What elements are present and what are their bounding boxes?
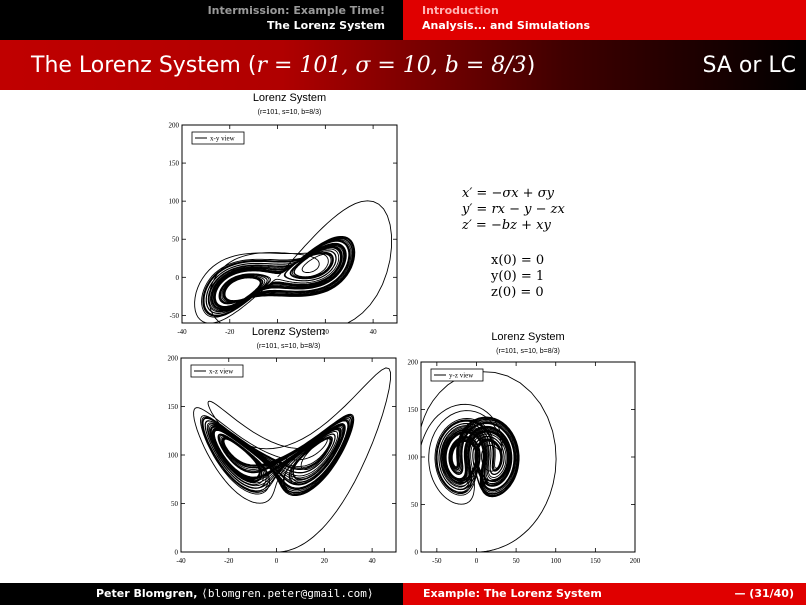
chart-title: Lorenz System [491, 331, 564, 343]
x-tick-label: 20 [321, 557, 329, 565]
chart-title: Lorenz System [252, 326, 325, 338]
legend-label: x-y view [210, 135, 236, 143]
trajectory-line [194, 200, 392, 323]
y-tick-label: 100 [408, 454, 419, 462]
footer-bar: Peter Blomgren, ⟨blomgren.peter@gmail.co… [0, 583, 806, 605]
y-tick-label: 100 [168, 452, 179, 460]
y-tick-label: 150 [169, 160, 180, 168]
y-tick-label: 150 [168, 403, 179, 411]
y-tick-label: 0 [415, 549, 419, 557]
chart-xz-view: Lorenz System (r=101, s=10, b=8/3) -40 -20 0… [168, 326, 397, 565]
slide-title-close: ) [526, 53, 536, 78]
slide-title-math: r = 101, σ = 10, b = 8/3 [256, 53, 527, 78]
x-tick-label: 150 [590, 557, 601, 565]
chart-xy-view: Lorenz System (r=101, s=10, b=8/3) -40 -20 0… [169, 92, 398, 336]
x-tick-label: 0 [475, 557, 479, 565]
y-tick-label: 200 [169, 122, 180, 130]
equation-z: z′ = −bz + xy [462, 218, 551, 233]
author-name: Peter Blomgren, [96, 587, 198, 600]
nav-section-introduction[interactable]: Introduction [422, 3, 590, 18]
header-left: Intermission: Example Time! The Lorenz S… [208, 3, 385, 33]
slide-title-right: SA or LC [702, 53, 796, 78]
y-tick-label: -50 [170, 312, 180, 320]
initial-x: x(0) = 0 [491, 253, 545, 268]
y-tick-label: 150 [408, 406, 419, 414]
chart-subtitle: (r=101, s=10, b=8/3) [496, 348, 560, 355]
y-tick-label: 50 [171, 500, 179, 508]
y-tick-label: 50 [411, 501, 419, 509]
legend-label: x-z view [209, 368, 234, 376]
x-tick-label: -40 [177, 328, 187, 336]
y-tick-label: 200 [168, 355, 179, 363]
y-tick-label: 200 [408, 359, 419, 367]
footer-author: Peter Blomgren, ⟨blomgren.peter@gmail.co… [96, 587, 373, 600]
slide-title-bar: The Lorenz System (r = 101, σ = 10, b = … [0, 40, 806, 90]
initial-y: y(0) = 1 [491, 269, 545, 284]
x-tick-label: 40 [370, 328, 378, 336]
chart-subtitle: (r=101, s=10, b=8/3) [257, 343, 321, 350]
x-tick-label: -20 [224, 557, 234, 565]
y-tick-label: 0 [176, 274, 180, 282]
slide-title-main: The Lorenz System ( [31, 53, 257, 78]
nav-subsection-lorenz[interactable]: The Lorenz System [208, 18, 385, 33]
y-tick-label: 100 [169, 198, 180, 206]
chart-subtitle: (r=101, s=10, b=8/3) [258, 109, 322, 116]
trajectory-line [421, 371, 557, 552]
x-tick-label: -40 [176, 557, 186, 565]
slide-title: The Lorenz System (r = 101, σ = 10, b = … [31, 53, 535, 78]
plot-frame [420, 361, 636, 553]
chart-title: Lorenz System [253, 92, 326, 104]
header-right: Introduction Analysis... and Simulations [422, 3, 590, 33]
plots-area: Lorenz System (r=101, s=10, b=8/3) -40 -20 0… [168, 92, 641, 565]
initial-z: z(0) = 0 [491, 285, 544, 300]
legend-label: y-z view [449, 372, 474, 380]
x-tick-label: 0 [275, 557, 279, 565]
x-tick-label: -50 [432, 557, 442, 565]
x-tick-label: 100 [550, 557, 561, 565]
equation-x: x′ = −σx + σy [462, 186, 554, 201]
footer-title: Example: The Lorenz System [423, 587, 602, 600]
x-tick-label: 40 [369, 557, 377, 565]
y-tick-label: 0 [175, 549, 179, 557]
nav-subsection-analysis[interactable]: Analysis... and Simulations [422, 18, 590, 33]
header-bar: Intermission: Example Time! The Lorenz S… [0, 0, 806, 40]
x-tick-label: -20 [225, 328, 235, 336]
initial-conditions: x(0) = 0 y(0) = 1 z(0) = 0 [491, 253, 544, 301]
nav-section-intermission[interactable]: Intermission: Example Time! [208, 3, 385, 18]
chart-yz-view: Lorenz System (r=101, s=10, b=8/3) -50 0 50 1… [408, 331, 641, 565]
x-tick-label: 200 [630, 557, 641, 565]
y-tick-label: 50 [172, 236, 180, 244]
page-number: — (31/40) [734, 587, 794, 600]
x-tick-label: 50 [513, 557, 521, 565]
lorenz-equations: x′ = −σx + σy y′ = rx − y − zx z′ = −bz … [462, 186, 565, 234]
author-email: ⟨blomgren.peter@gmail.com⟩ [201, 587, 374, 600]
trajectory-line [193, 367, 391, 552]
equation-y: y′ = rx − y − zx [462, 202, 565, 217]
